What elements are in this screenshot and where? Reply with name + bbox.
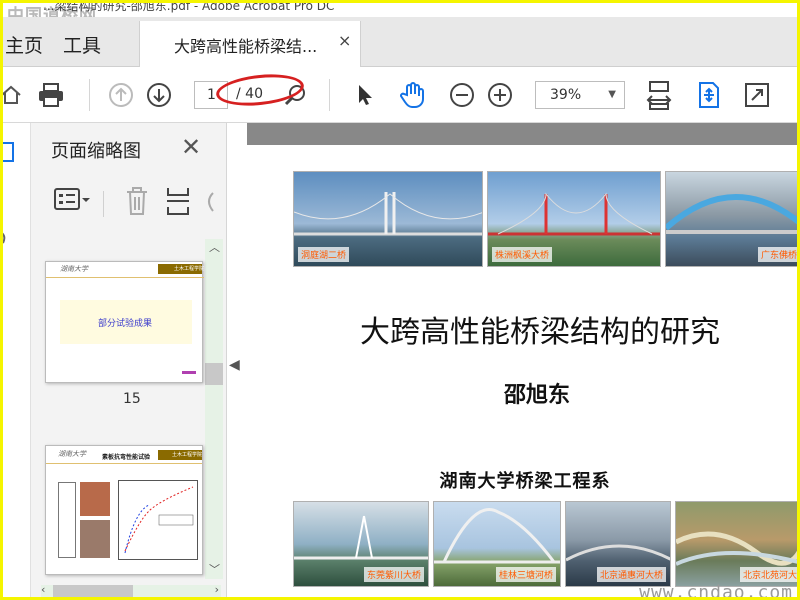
delete-page-icon[interactable] bbox=[123, 185, 151, 221]
bridge-photo: 广东佛桥 bbox=[665, 171, 797, 267]
thumbnail-footer-mark bbox=[182, 371, 196, 374]
chevron-left-icon[interactable]: ‹ bbox=[41, 583, 45, 596]
toolbar-separator bbox=[103, 191, 104, 217]
thumbnail-options-icon[interactable] bbox=[53, 185, 93, 219]
page-number-input[interactable]: 1 bbox=[194, 81, 228, 109]
zoom-in-icon[interactable] bbox=[484, 79, 516, 111]
document-tab-label: 大跨高性能桥梁结... bbox=[174, 37, 318, 56]
menu-tools[interactable]: 工具 bbox=[63, 31, 101, 58]
zoom-level-value: 39% bbox=[550, 87, 582, 103]
toolbar: 1 / 40 39% ▼ · bbox=[3, 67, 797, 123]
thumbnail-photo bbox=[80, 482, 110, 516]
print-icon[interactable] bbox=[35, 79, 67, 111]
next-page-icon[interactable] bbox=[143, 79, 175, 111]
home-icon[interactable] bbox=[3, 79, 27, 111]
insert-page-icon[interactable] bbox=[165, 185, 191, 221]
zoom-level-select[interactable]: 39% ▼ bbox=[535, 81, 625, 109]
pdf-page: 洞庭湖二桥 株洲枫溪大桥 广东佛桥 大跨高性能桥梁结构的研究 邵旭东 湖南大学桥… bbox=[247, 145, 797, 600]
photo-caption: 广东佛桥 bbox=[757, 247, 797, 262]
thumbnails-panel-title: 页面缩略图 bbox=[51, 141, 141, 162]
bridge-photo: 北京通惠河大桥 bbox=[565, 501, 671, 587]
site-watermark-url: www.cndao.com bbox=[639, 582, 793, 600]
page-total: / 40 bbox=[236, 86, 263, 102]
thumbnail-header-left: 湖南大学 bbox=[58, 450, 86, 458]
zoom-search-icon[interactable] bbox=[279, 79, 311, 111]
bridge-photo: 东莞紫川大桥 bbox=[293, 501, 429, 587]
thumbnail-header-right: 土木工程学院 bbox=[172, 452, 203, 458]
select-cursor-icon[interactable] bbox=[349, 79, 381, 111]
thumbnail-header: 湖南大学 土木工程学院 bbox=[46, 262, 204, 278]
bridge-photo: 洞庭湖二桥 bbox=[293, 171, 483, 267]
page-thumbnails-panel: 页面缩略图 ✕ ︿ ﹀ ‹ › 湖南大学 土木工程学院 部分试验成果 15 湖南… bbox=[31, 123, 227, 597]
collapse-panel-icon[interactable]: ◀ bbox=[229, 357, 240, 373]
thumbnails-vertical-scrollbar[interactable]: ︿ ﹀ bbox=[205, 239, 223, 579]
document-tab[interactable]: 大跨高性能桥梁结... × bbox=[139, 21, 361, 67]
page-thumbnail[interactable]: 湖南大学 土木工程学院 部分试验成果 bbox=[45, 261, 204, 383]
navigation-rail bbox=[3, 123, 31, 597]
close-tab-icon[interactable]: × bbox=[338, 31, 351, 50]
rotate-page-icon[interactable] bbox=[203, 189, 217, 219]
chevron-down-icon: ▼ bbox=[608, 89, 616, 100]
hand-tool-icon[interactable] bbox=[397, 79, 429, 111]
menu-home[interactable]: 主页 bbox=[5, 31, 43, 58]
thumbnail-body-text: 部分试验成果 bbox=[97, 319, 152, 329]
photo-caption: 株洲枫溪大桥 bbox=[492, 247, 553, 262]
attachment-icon[interactable] bbox=[3, 227, 11, 249]
app-window: 中国道桥网 ...梁结构的研究-邵旭东.pdf - Adobe Acrobat … bbox=[0, 0, 800, 600]
photo-caption: 北京通惠河大桥 bbox=[596, 567, 666, 582]
thumbnails-toolbar bbox=[31, 179, 227, 223]
bridge-photo: 株洲枫溪大桥 bbox=[487, 171, 661, 267]
photo-caption: 洞庭湖二桥 bbox=[298, 247, 350, 262]
photo-caption: 东莞紫川大桥 bbox=[363, 567, 424, 582]
document-author: 邵旭东 bbox=[503, 382, 570, 408]
more-tools-icon[interactable]: · bbox=[783, 79, 797, 111]
toolbar-separator bbox=[89, 79, 90, 111]
scrollbar-thumb[interactable] bbox=[53, 585, 133, 597]
tab-bar: 主页 工具 大跨高性能桥梁结... × bbox=[3, 17, 797, 67]
full-screen-icon[interactable] bbox=[741, 79, 773, 111]
fit-page-icon[interactable] bbox=[693, 79, 725, 111]
document-title: 大跨高性能桥梁结构的研究 bbox=[360, 315, 720, 350]
photo-caption: 桂林三塘河桥 bbox=[495, 567, 556, 582]
scrollbar-thumb[interactable] bbox=[205, 363, 223, 385]
zoom-out-icon[interactable] bbox=[446, 79, 478, 111]
chevron-down-icon[interactable]: ﹀ bbox=[209, 561, 220, 577]
bridge-photo: 桂林三塘河桥 bbox=[433, 501, 561, 587]
bookmarks-icon[interactable] bbox=[3, 185, 13, 215]
thumbnails-horizontal-scrollbar[interactable]: ‹ › bbox=[41, 583, 221, 597]
chevron-up-icon[interactable]: ︿ bbox=[209, 239, 220, 255]
toolbar-separator bbox=[329, 79, 330, 111]
page-thumbnails-icon[interactable] bbox=[3, 141, 17, 167]
fit-width-icon[interactable] bbox=[643, 79, 675, 111]
thumbnail-chart bbox=[118, 480, 198, 560]
previous-page-icon[interactable] bbox=[105, 79, 137, 111]
thumbnail-photo bbox=[80, 520, 110, 558]
page-thumbnail[interactable]: 湖南大学 素板抗弯性能试验 土木工程学院 bbox=[45, 445, 203, 575]
thumbnail-header-left: 湖南大学 bbox=[60, 265, 88, 273]
close-icon[interactable]: ✕ bbox=[181, 133, 201, 161]
document-department: 湖南大学桥梁工程系 bbox=[439, 471, 611, 492]
chevron-right-icon[interactable]: › bbox=[215, 583, 219, 596]
window-title: ...梁结构的研究-邵旭东.pdf - Adobe Acrobat Pro DC bbox=[43, 3, 335, 13]
thumbnail-table bbox=[58, 482, 76, 558]
bridge-photo: 北京北苑河大 bbox=[675, 501, 797, 587]
thumbnail-header-mid: 素板抗弯性能试验 bbox=[102, 454, 151, 461]
thumbnail-header: 湖南大学 素板抗弯性能试验 土木工程学院 bbox=[46, 446, 203, 464]
thumbnail-page-number: 15 bbox=[123, 391, 141, 407]
thumbnail-header-right: 土木工程学院 bbox=[174, 266, 205, 272]
photo-caption: 北京北苑河大 bbox=[739, 567, 797, 582]
document-viewport[interactable]: 洞庭湖二桥 株洲枫溪大桥 广东佛桥 大跨高性能桥梁结构的研究 邵旭东 湖南大学桥… bbox=[247, 123, 797, 600]
title-bar: 中国道桥网 ...梁结构的研究-邵旭东.pdf - Adobe Acrobat … bbox=[3, 3, 797, 17]
